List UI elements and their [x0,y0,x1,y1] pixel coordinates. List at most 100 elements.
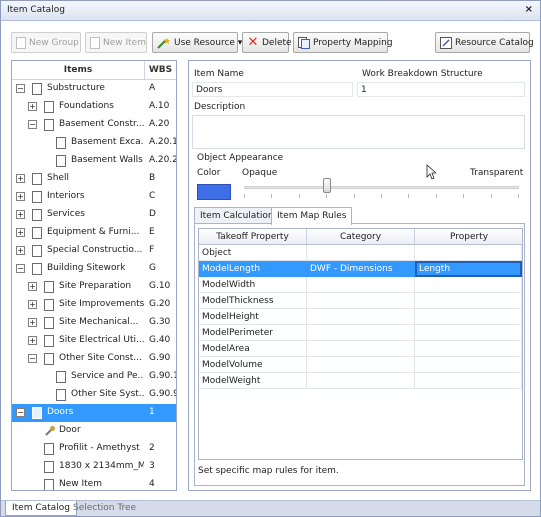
tab-item-map-rules[interactable]: Item Map Rules [271,207,353,225]
table-cell[interactable]: ModelLength [199,261,307,277]
table-row[interactable]: ModelVolume [199,357,522,373]
delete-button[interactable]: ✕ Delete [242,32,292,53]
wbs-field[interactable]: 1 [357,82,525,97]
table-cell[interactable] [307,373,415,389]
table-cell[interactable] [307,341,415,357]
tree-row[interactable]: + Services D [12,206,176,224]
expand-icon[interactable]: + [16,246,25,255]
table-cell[interactable] [415,309,522,325]
expand-icon[interactable]: + [16,174,25,183]
table-cell[interactable] [415,277,522,293]
table-row[interactable]: ModelWidth [199,277,522,293]
new-group-button[interactable]: New Group [11,32,81,53]
color-label: Color [197,168,221,178]
table-cell[interactable] [415,245,522,261]
table-cell[interactable]: ModelThickness [199,293,307,309]
tree-row[interactable]: New Item 4 [12,476,176,490]
expand-icon[interactable]: + [28,336,37,345]
tree-row[interactable]: + Site Preparation G.10 [12,278,176,296]
table-row[interactable]: Object [199,245,522,261]
transparency-slider-thumb[interactable] [322,178,331,193]
item-tree[interactable]: Items WBS − Substructure A + Foundations A.10… [11,60,177,491]
tree-row[interactable]: Service and Pe... G.90.10 [12,368,176,386]
tree-row[interactable]: + Shell B [12,170,176,188]
collapse-icon[interactable]: − [16,84,25,93]
collapse-icon[interactable]: − [28,354,37,363]
table-cell[interactable] [415,341,522,357]
table-row[interactable]: ModelLength DWF - Dimensions Length [199,261,522,277]
table-cell[interactable] [307,277,415,293]
tree-row[interactable]: − Basement Constr... A.20 [12,116,176,134]
expand-icon[interactable]: + [16,228,25,237]
col-category[interactable]: Category [307,229,415,245]
tree-row[interactable]: − Other Site Const... G.90 [12,350,176,368]
table-row[interactable]: ModelHeight [199,309,522,325]
new-item-button[interactable]: New Item [85,32,147,53]
table-cell[interactable]: ModelWeight [199,373,307,389]
tree-row[interactable]: + Foundations A.10 [12,98,176,116]
table-cell[interactable] [415,325,522,341]
col-takeoff-property[interactable]: Takeoff Property [199,229,307,245]
tree-row[interactable]: Profilit - Amethyst 2 [12,440,176,458]
tree-row[interactable]: + Equipment & Furni... E [12,224,176,242]
color-swatch[interactable] [197,184,231,200]
item-name-field[interactable]: Doors [192,82,353,97]
table-row[interactable]: ModelPerimeter [199,325,522,341]
expand-icon[interactable]: + [16,192,25,201]
collapse-icon[interactable]: − [16,408,25,417]
expand-icon[interactable]: + [28,318,37,327]
tree-row[interactable]: + Interiors C [12,188,176,206]
table-cell[interactable]: DWF - Dimensions [307,261,415,277]
expand-icon[interactable]: + [28,102,37,111]
tree-row[interactable]: + Site Mechanical... G.30 [12,314,176,332]
table-cell[interactable] [307,293,415,309]
tab-selection-tree[interactable]: Selection Tree [67,501,142,516]
tree-row[interactable]: Basement Walls A.20.20 [12,152,176,170]
table-cell[interactable] [415,293,522,309]
description-field[interactable] [192,115,525,149]
use-resource-button[interactable]: Use Resource ▾ [152,32,242,53]
table-cell[interactable]: Object [199,245,307,261]
table-row[interactable]: ModelArea [199,341,522,357]
table-row[interactable]: ModelWeight [199,373,522,389]
expand-icon[interactable]: + [16,210,25,219]
expand-icon[interactable]: + [28,282,37,291]
table-cell[interactable]: ModelHeight [199,309,307,325]
table-cell[interactable]: ModelVolume [199,357,307,373]
col-property[interactable]: Property [415,229,522,245]
collapse-icon[interactable]: − [28,120,37,129]
table-cell[interactable] [307,325,415,341]
empty-row [199,437,522,453]
map-rules-grid[interactable]: Takeoff Property Category Property Objec… [198,228,523,460]
expand-icon[interactable]: + [28,300,37,309]
close-icon[interactable]: × [525,4,533,15]
tree-header-wbs[interactable]: WBS [144,61,176,79]
tree-row[interactable]: Other Site Syst... G.90.90 [12,386,176,404]
property-mapping-button[interactable]: Property Mapping [293,32,393,53]
table-cell[interactable]: ModelWidth [199,277,307,293]
table-cell[interactable] [415,357,522,373]
table-cell[interactable] [307,245,415,261]
tree-row-wbs: G.90 [149,353,171,363]
table-cell[interactable] [307,309,415,325]
tree-header-items[interactable]: Items [12,65,144,75]
tree-row[interactable]: Door [12,422,176,440]
slider-tick [490,194,492,198]
tree-row[interactable]: − Doors 1 [12,404,176,422]
table-cell[interactable] [307,357,415,373]
resource-catalog-button[interactable]: Resource Catalog [435,32,534,53]
tree-row[interactable]: + Site Improvements G.20 [12,296,176,314]
tree-row[interactable]: + Special Constructio... F [12,242,176,260]
table-row[interactable]: ModelThickness [199,293,522,309]
table-cell[interactable]: ModelArea [199,341,307,357]
collapse-icon[interactable]: − [16,264,25,273]
tree-row[interactable]: − Building Sitework G [12,260,176,278]
tree-row[interactable]: Basement Exca... A.20.10 [12,134,176,152]
tree-row[interactable]: − Substructure A [12,80,176,98]
tree-row[interactable]: 1830 x 2134mm_M... 3 [12,458,176,476]
table-cell[interactable] [415,373,522,389]
table-cell[interactable]: ModelPerimeter [199,325,307,341]
transparency-slider[interactable] [244,186,519,189]
tree-row[interactable]: + Site Electrical Uti... G.40 [12,332,176,350]
table-cell[interactable]: Length [415,261,522,277]
